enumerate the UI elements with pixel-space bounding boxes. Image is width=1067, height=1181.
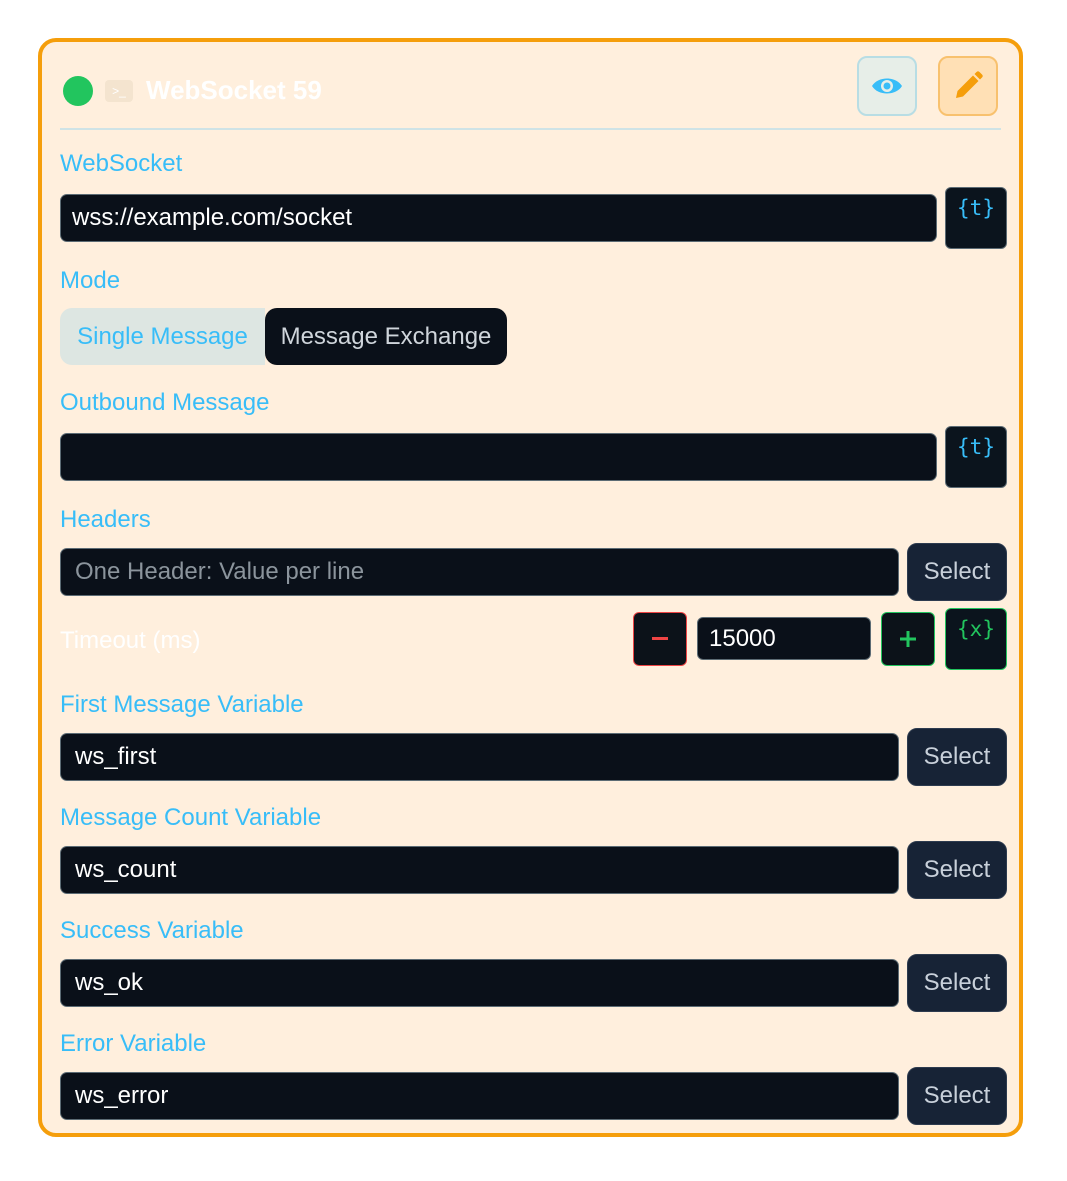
websocket-label: WebSocket: [60, 150, 183, 177]
plus-icon: [900, 631, 916, 647]
mode-label: Mode: [60, 267, 121, 294]
success-variable-label: Success Variable: [60, 917, 244, 944]
minus-icon: [652, 637, 668, 640]
timeout-input[interactable]: 15000: [697, 617, 871, 660]
node-header: >_ WebSocket 59: [60, 56, 1001, 130]
first-message-variable-label: First Message Variable: [60, 691, 304, 718]
error-variable-label: Error Variable: [60, 1030, 207, 1057]
error-variable-select-button[interactable]: Select: [907, 1067, 1007, 1125]
timeout-label: Timeout (ms): [60, 627, 201, 654]
websocket-template-button[interactable]: {t}: [945, 187, 1007, 249]
timeout-increment-button[interactable]: [881, 612, 935, 666]
outbound-message-input[interactable]: [60, 433, 937, 481]
status-dot-icon: [63, 76, 93, 106]
timeout-decrement-button[interactable]: [633, 612, 687, 666]
mode-message-exchange-tab[interactable]: Message Exchange: [265, 308, 507, 365]
headers-input[interactable]: One Header: Value per line: [60, 548, 899, 596]
websocket-url-input[interactable]: wss://example.com/socket: [60, 194, 937, 242]
success-variable-select-button[interactable]: Select: [907, 954, 1007, 1012]
headers-placeholder: One Header: Value per line: [75, 558, 365, 585]
first-message-variable-input[interactable]: ws_first: [60, 733, 899, 781]
message-count-variable-input[interactable]: ws_count: [60, 846, 899, 894]
timeout-variable-button[interactable]: {x}: [945, 608, 1007, 670]
message-count-variable-select-button[interactable]: Select: [907, 841, 1007, 899]
outbound-message-label: Outbound Message: [60, 389, 270, 416]
first-message-variable-select-button[interactable]: Select: [907, 728, 1007, 786]
headers-label: Headers: [60, 506, 151, 533]
websocket-node-card: >_ WebSocket 59 WebSocket wss://example.…: [38, 38, 1023, 1137]
node-title: WebSocket 59: [146, 75, 322, 105]
mode-single-message-tab[interactable]: Single Message: [60, 308, 265, 365]
pencil-icon: [956, 71, 983, 98]
success-variable-input[interactable]: ws_ok: [60, 959, 899, 1007]
headers-select-button[interactable]: Select: [907, 543, 1007, 601]
message-count-variable-label: Message Count Variable: [60, 804, 322, 831]
terminal-icon: >_: [105, 80, 133, 102]
outbound-template-button[interactable]: {t}: [945, 426, 1007, 488]
eye-icon: [872, 78, 902, 94]
error-variable-input[interactable]: ws_error: [60, 1072, 899, 1120]
edit-button[interactable]: [938, 56, 998, 116]
view-button[interactable]: [857, 56, 917, 116]
